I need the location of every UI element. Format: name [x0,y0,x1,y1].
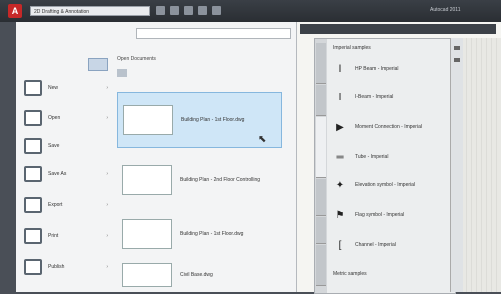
submenu-arrow-icon: › [106,115,108,121]
menu-item-export[interactable]: Export › [24,194,114,216]
menu-item-label: Open [48,115,61,121]
menu-item-print[interactable]: Print › [24,225,114,247]
tool-flag-symbol[interactable]: ⚑ Flag symbol - Imperial [333,203,451,227]
palette-section-footer: Metric samples [333,271,367,277]
workspace-selector[interactable]: 2D Drafting & Annotation [30,6,150,16]
tool-label: Tube - Imperial [355,154,389,160]
palette-scrollbar[interactable] [450,38,463,292]
tool-label: Flag symbol - Imperial [355,212,405,218]
publish-icon [24,259,42,275]
submenu-arrow-icon: › [106,202,108,208]
search-input[interactable] [136,28,291,39]
tab-draw[interactable] [316,245,326,286]
title-bar: A 2D Drafting & Annotation Autocad 2011 [0,0,501,22]
document-item[interactable]: Building Plan - 1st Floor.dwg [117,206,282,262]
submenu-arrow-icon: › [106,171,108,177]
export-icon [24,197,42,213]
document-thumbnail [122,165,172,195]
beam-icon: Ⅰ [338,63,342,75]
document-thumbnail [122,263,172,287]
document-label: Civil Base.dwg [180,272,213,278]
tool-i-beam[interactable]: I I-Beam - Imperial [333,85,451,109]
submenu-arrow-icon: › [106,233,108,239]
tab-architectural[interactable] [316,43,326,84]
document-label: Building Plan - 1st Floor.dwg [181,117,245,123]
menu-item-label: Save [48,143,60,149]
tool-label: Elevation symbol - Imperial [355,182,416,188]
tube-icon: ═ [336,151,344,163]
elevation-icon: ✦ [335,179,345,191]
menu-commands: New › Open › Save Save As › Export › Pri… [16,22,111,292]
open-icon[interactable] [170,6,179,15]
tool-label: HP Beam - Imperial [355,66,399,72]
tool-moment-connection[interactable]: ▶ Moment Connection - Imperial [333,115,451,139]
document-thumbnail [122,219,172,249]
new-file-icon [24,80,42,96]
redo-icon[interactable] [212,6,221,15]
tool-hp-beam[interactable]: Ⅰ HP Beam - Imperial [333,57,451,81]
tab-electrical[interactable] [316,179,326,216]
document-item[interactable]: Building Plan - 2nd Floor Controlling [117,152,282,208]
document-label: Building Plan - 1st Floor.dwg [180,231,244,237]
drawing-lines [462,38,501,292]
channel-icon: [ [338,239,342,251]
document-thumbnail [123,105,173,135]
menu-item-label: Export [48,202,63,208]
save-icon[interactable] [184,6,193,15]
new-icon[interactable] [156,6,165,15]
undo-icon[interactable] [198,6,207,15]
menu-item-label: Print [48,233,59,239]
menu-item-save[interactable]: Save [24,135,114,157]
menu-item-open[interactable]: Open › [24,107,114,129]
arrow-icon: ▶ [336,121,344,133]
submenu-arrow-icon: › [106,85,108,91]
submenu-arrow-icon: › [106,264,108,270]
open-folder-icon [24,110,42,126]
print-icon [24,228,42,244]
tool-channel[interactable]: [ Channel - Imperial [333,233,451,257]
flag-icon: ⚑ [335,209,345,221]
canvas-header-bar [300,24,496,34]
document-label: Building Plan - 2nd Floor Controlling [180,177,261,183]
recent-documents-header: Open Documents [117,56,156,62]
i-beam-icon: I [338,91,342,103]
palette-section-header: Imperial samples [333,45,371,51]
close-icon[interactable] [454,46,460,50]
tool-palette: Imperial samples Ⅰ HP Beam - Imperial I … [314,38,456,294]
application-menu-button[interactable]: A [8,4,22,18]
tab-civil[interactable] [316,85,326,116]
menu-item-publish[interactable]: Publish › [24,256,114,278]
menu-item-label: Publish [48,264,65,270]
pin-icon[interactable] [454,58,460,62]
tool-elevation-symbol[interactable]: ✦ Elevation symbol - Imperial [333,173,451,197]
tool-label: Moment Connection - Imperial [355,124,422,130]
tab-mechanical[interactable] [316,217,326,244]
window-title: Autocad 2011 [430,7,461,13]
quick-access-toolbar [156,6,221,15]
menu-item-new[interactable]: New › [24,77,114,99]
menu-item-label: New [48,85,59,91]
document-item[interactable]: Civil Base.dwg [117,258,282,292]
menu-item-label: Save As [48,171,67,177]
document-list-icon[interactable] [117,69,127,77]
menu-item-save-as[interactable]: Save As › [24,163,114,185]
palette-tab-strip [315,39,327,293]
application-menu: New › Open › Save Save As › Export › Pri… [16,22,297,292]
tool-label: Channel - Imperial [355,242,396,248]
tab-structural[interactable] [316,117,326,178]
tool-label: I-Beam - Imperial [355,94,394,100]
save-as-icon [24,166,42,182]
tool-tube[interactable]: ═ Tube - Imperial [333,145,451,169]
mouse-pointer-icon: ⬉ [258,134,267,145]
save-icon [24,138,42,154]
